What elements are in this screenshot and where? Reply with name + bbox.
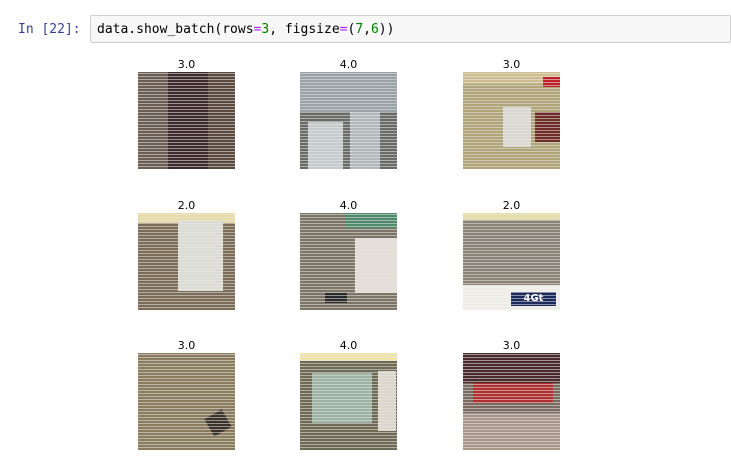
batch-tile: 3.0 (463, 339, 560, 450)
tile-label: 3.0 (177, 58, 196, 71)
batch-tile: 3.0 (463, 58, 560, 169)
product-badge: 4Gt (511, 292, 556, 306)
tile-label: 3.0 (502, 339, 521, 352)
tile-label: 4.0 (339, 339, 358, 352)
batch-image (463, 72, 560, 169)
batch-image (300, 72, 397, 169)
tile-label: 4.0 (339, 199, 358, 212)
batch-tile: 4.0 (300, 339, 397, 450)
batch-image (300, 353, 397, 450)
batch-tile: 4.0 (300, 58, 397, 169)
tile-label: 4.0 (339, 58, 358, 71)
batch-image (300, 213, 397, 310)
batch-tile: 3.0 (138, 58, 235, 169)
tile-label: 2.0 (177, 199, 196, 212)
batch-image (138, 72, 235, 169)
tile-label: 3.0 (502, 58, 521, 71)
batch-tile: 3.0 (138, 339, 235, 450)
batch-tile: 2.0 4Gt (463, 199, 560, 310)
cell-output: 3.0 4.0 3.0 2.0 4.0 2.0 4Gt 3.0 4.0 3.0 (0, 0, 731, 475)
tile-label: 2.0 (502, 199, 521, 212)
batch-image (138, 353, 235, 450)
tile-label: 3.0 (177, 339, 196, 352)
batch-tile: 2.0 (138, 199, 235, 310)
batch-image (463, 353, 560, 450)
batch-image (138, 213, 235, 310)
batch-tile: 4.0 (300, 199, 397, 310)
batch-image: 4Gt (463, 213, 560, 310)
